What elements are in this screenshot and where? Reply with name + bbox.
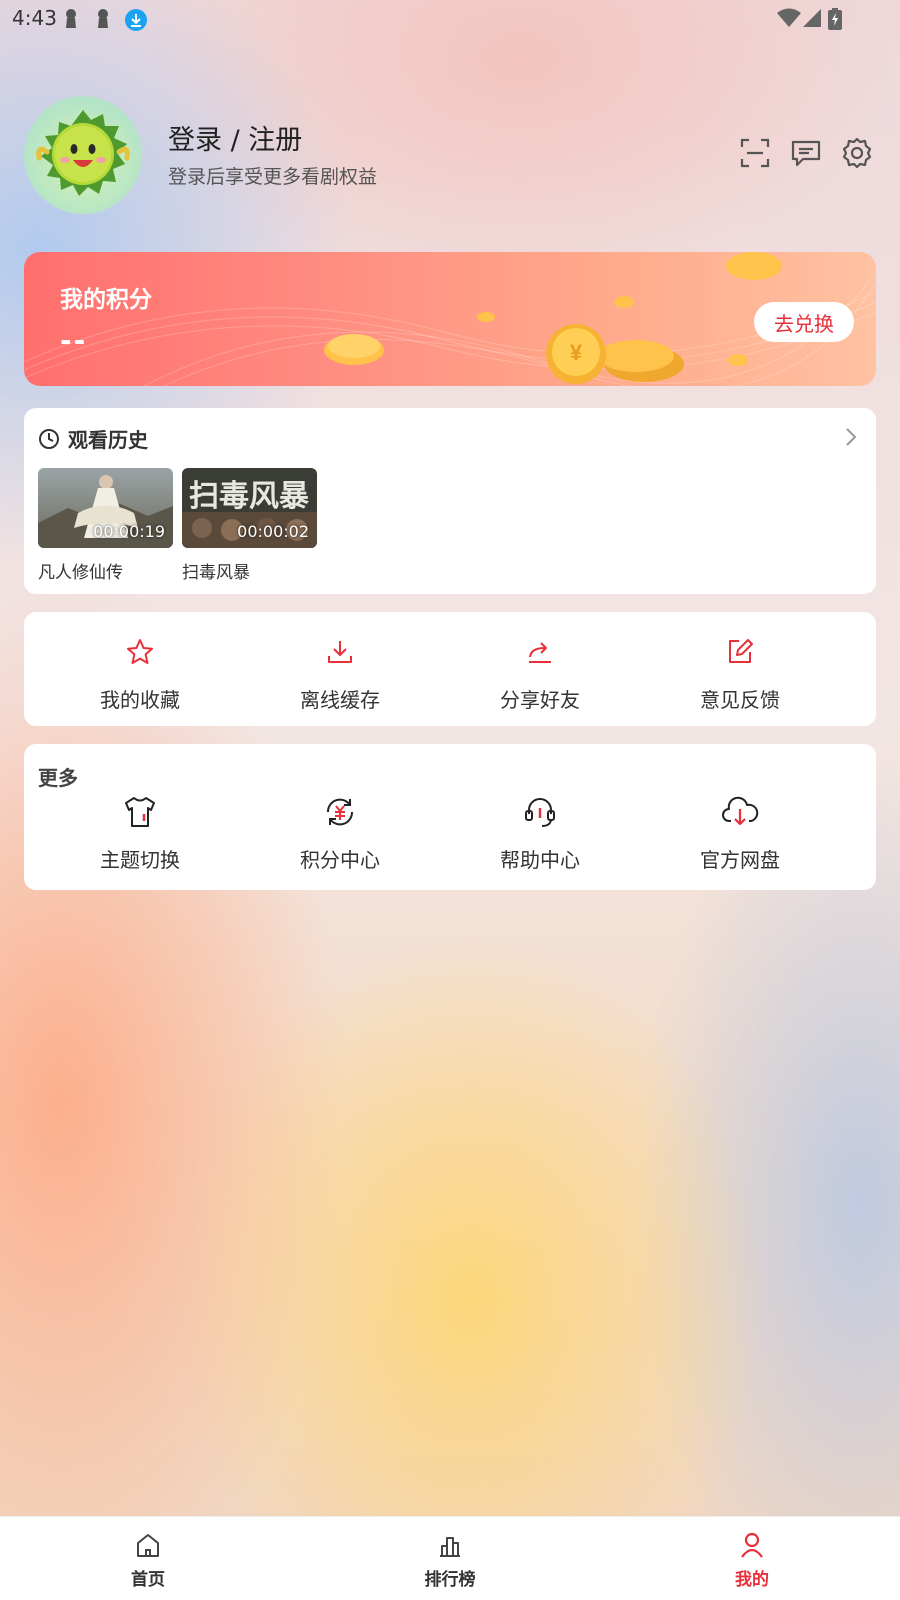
quick-actions-card: 我的收藏 离线缓存 分享好友 意见反馈 (24, 612, 876, 726)
avatar[interactable] (24, 96, 142, 214)
nav-mine[interactable]: 我的 (692, 1531, 812, 1590)
action-favorites[interactable]: 我的收藏 (38, 634, 242, 713)
ranking-icon (440, 1537, 460, 1557)
chevron-right-icon[interactable] (844, 426, 858, 448)
more-theme-switch[interactable]: 主题切换 (38, 794, 242, 873)
edit-icon (729, 639, 753, 663)
message-button[interactable] (789, 136, 823, 170)
nav-label: 首页 (131, 1570, 165, 1590)
more-label: 帮助中心 (500, 848, 580, 872)
nav-ranking[interactable]: 排行榜 (390, 1531, 510, 1590)
more-title: 更多 (38, 766, 78, 790)
headset-icon (525, 798, 555, 827)
scan-icon (740, 138, 770, 168)
more-label: 积分中心 (300, 848, 380, 872)
history-progress-time: 00:00:02 (237, 522, 309, 541)
action-label: 我的收藏 (100, 688, 180, 712)
watch-history-card: 观看历史 00:00:19 凡人修仙传 扫毒风暴 00:00:02 扫毒风暴 (24, 408, 876, 594)
nav-label: 排行榜 (424, 1570, 476, 1590)
action-feedback[interactable]: 意见反馈 (638, 634, 842, 713)
home-icon (137, 1534, 159, 1557)
more-help-center[interactable]: 帮助中心 (438, 794, 642, 873)
user-icon (741, 1532, 763, 1558)
more-card: 更多 主题切换 积分中心 帮助中心 官方网盘 (24, 744, 876, 890)
svg-text:¥: ¥ (570, 340, 583, 365)
points-card[interactable]: ¥ 我的积分 -- 去兑换 (24, 252, 876, 386)
action-label: 分享好友 (500, 688, 580, 712)
signal-icon (803, 9, 821, 27)
history-progress-time: 00:00:19 (93, 522, 165, 541)
durian-mascot-icon (36, 110, 130, 196)
history-thumbnail[interactable]: 00:00:19 (38, 468, 173, 548)
action-offline-cache[interactable]: 离线缓存 (238, 634, 442, 713)
settings-button[interactable] (840, 136, 874, 170)
coins-decoration: ¥ (24, 252, 876, 386)
star-icon (127, 639, 153, 664)
history-header[interactable]: 观看历史 (38, 424, 148, 453)
points-title: 我的积分 (60, 287, 152, 313)
more-label: 主题切换 (100, 848, 180, 872)
message-icon (791, 140, 821, 167)
action-share[interactable]: 分享好友 (438, 634, 642, 713)
notification-key-icon (66, 9, 76, 28)
battery-charging-icon (828, 8, 842, 30)
status-bar: 4:43 (0, 0, 900, 36)
settings-icon (842, 137, 872, 169)
history-thumbnail[interactable]: 扫毒风暴 00:00:02 (182, 468, 317, 548)
history-title: 观看历史 (68, 428, 148, 452)
action-label: 离线缓存 (300, 688, 380, 712)
bottom-nav: 首页 排行榜 我的 (0, 1516, 900, 1600)
notification-key-icon (98, 9, 108, 28)
share-icon (529, 642, 551, 663)
nav-home[interactable]: 首页 (88, 1531, 208, 1590)
login-register-link[interactable]: 登录 / 注册 (168, 118, 302, 157)
more-label: 官方网盘 (700, 848, 780, 872)
nav-label: 我的 (735, 1570, 769, 1590)
more-official-netdisk[interactable]: 官方网盘 (638, 794, 842, 873)
history-title-label[interactable]: 扫毒风暴 (182, 558, 250, 583)
status-time: 4:43 (12, 6, 57, 30)
points-exchange-icon (326, 798, 354, 826)
clock-icon (39, 428, 59, 449)
more-points-center[interactable]: 积分中心 (238, 794, 442, 873)
redeem-button[interactable]: 去兑换 (754, 302, 854, 342)
cloud-download-icon (722, 796, 759, 826)
history-title-label[interactable]: 凡人修仙传 (38, 558, 123, 583)
tshirt-icon (125, 797, 155, 827)
points-value: -- (60, 324, 88, 357)
download-icon (125, 9, 147, 31)
scan-button[interactable] (738, 136, 772, 170)
login-subtitle: 登录后享受更多看剧权益 (168, 166, 378, 188)
download-icon (328, 641, 352, 663)
poster-title-text: 扫毒风暴 (189, 479, 310, 514)
action-label: 意见反馈 (700, 688, 780, 712)
wifi-icon (777, 8, 801, 27)
